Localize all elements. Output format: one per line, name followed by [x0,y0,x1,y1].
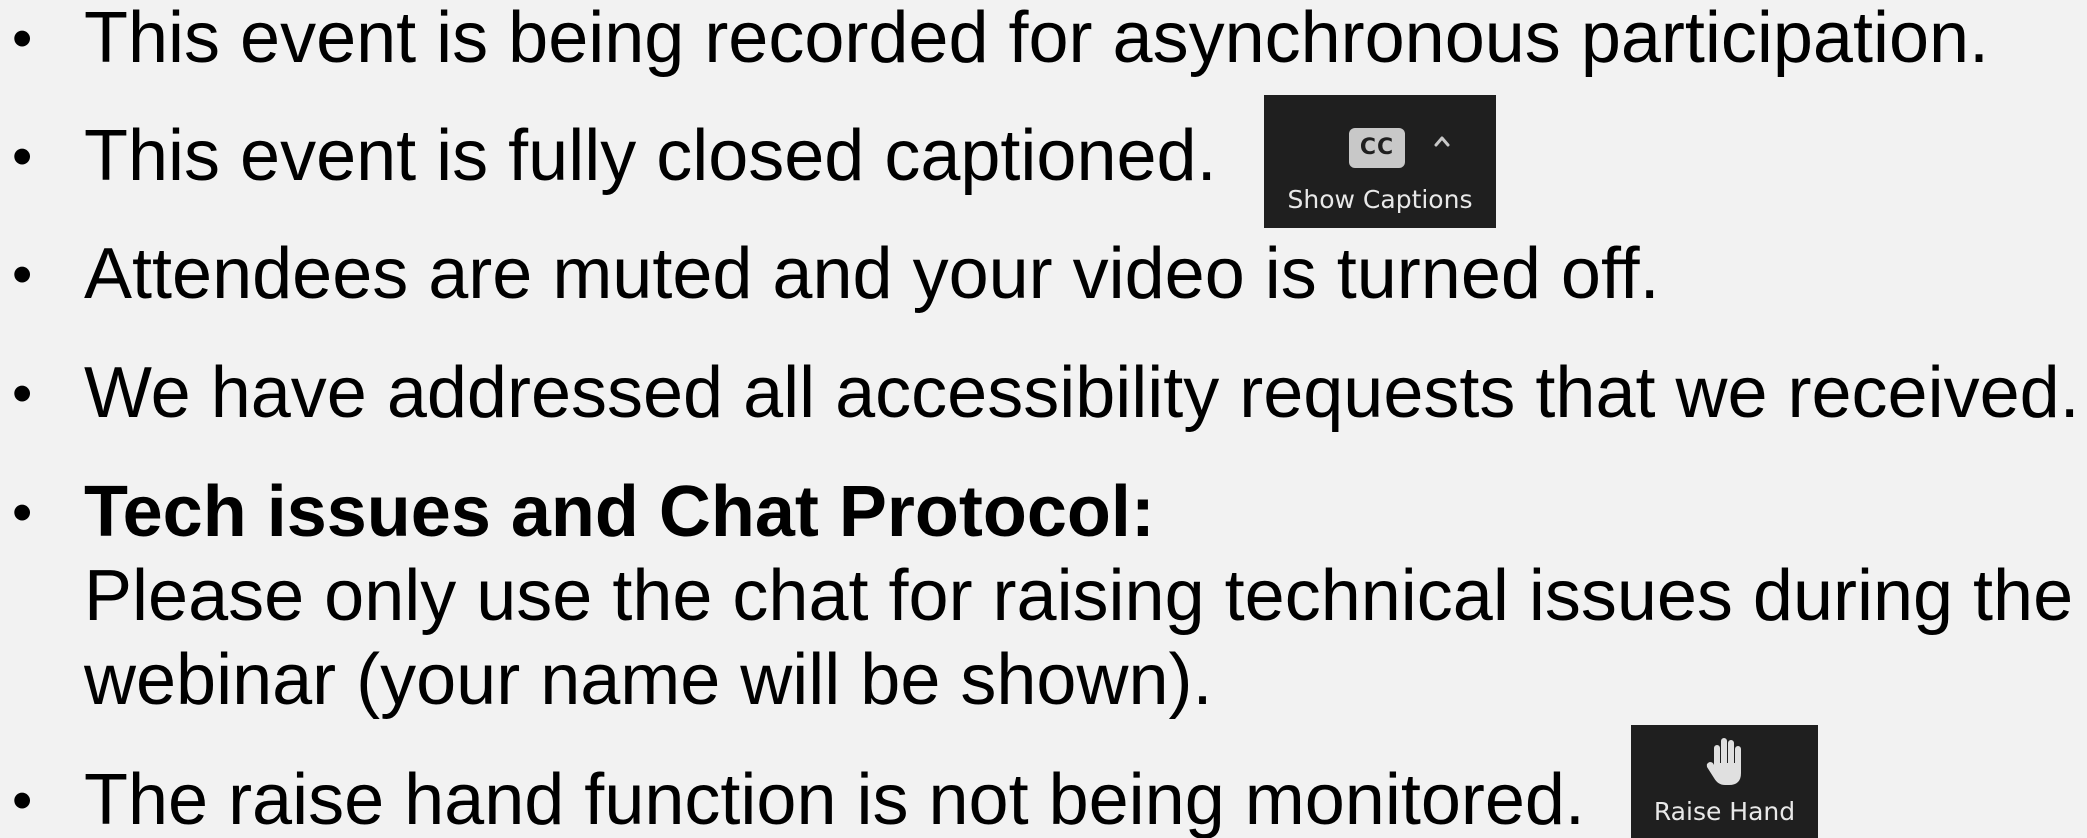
show-captions-button[interactable]: CC Show Captions [1264,95,1496,228]
bullet-raise-hand-notice: The raise hand function is not being mon… [84,760,1585,838]
chevron-up-icon[interactable] [1431,130,1453,152]
bullet-marker: • [12,361,33,426]
raise-hand-button[interactable]: Raise Hand [1631,725,1818,838]
bullet-chat-protocol-heading: Tech issues and Chat Protocol: [84,472,1155,552]
closed-captions-icon: CC [1349,128,1405,168]
bullet-muted-notice: Attendees are muted and your video is tu… [84,234,1660,314]
bullet-marker: • [12,6,33,71]
bullet-recording-notice: This event is being recorded for asynchr… [84,0,1990,78]
chat-protocol-text-line-2: webinar (your name will be shown). [84,640,1213,720]
bullet-marker: • [12,768,33,833]
bullet-marker: • [12,480,33,545]
chat-protocol-text-line-1: Please only use the chat for raising tec… [84,556,2074,636]
raise-hand-label: Raise Hand [1653,797,1796,826]
show-captions-label: Show Captions [1287,185,1473,214]
bullet-accessibility-notice: We have addressed all accessibility requ… [84,353,2080,433]
bullet-marker: • [12,124,33,189]
bullet-marker: • [12,242,33,307]
raise-hand-icon [1706,738,1741,785]
bullet-captions-notice: This event is fully closed captioned. [84,116,1217,196]
